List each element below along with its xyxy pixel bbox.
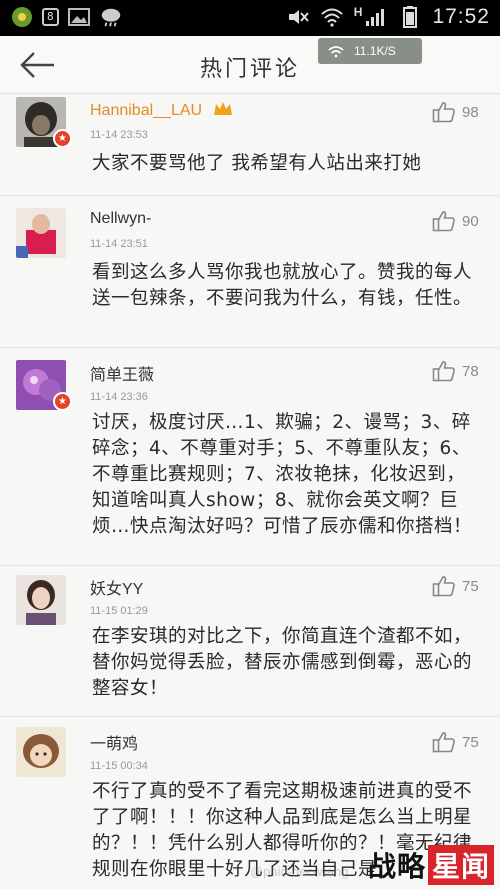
network-type-label: H	[353, 5, 363, 19]
thumbs-up-icon	[432, 102, 455, 123]
status-left: 8	[10, 6, 123, 28]
wifi-icon	[328, 45, 344, 57]
app-header: 热门评论 11.1K/S	[0, 36, 500, 94]
vip-crown-icon	[213, 101, 233, 122]
comment-text: 在李安琪的对比之下，你简直连个渣都不如，替你妈觉得丢脸，替辰亦儒感到倒霉，恶心的…	[92, 626, 473, 699]
avatar[interactable]	[16, 575, 66, 625]
comment-time: 11-14 23:53	[90, 129, 148, 141]
like-count: 78	[462, 362, 479, 380]
like-button[interactable]: 90	[432, 210, 479, 232]
comment-username-text: Hannibal__LAU	[90, 102, 203, 119]
comment-time: 11-14 23:36	[90, 391, 148, 403]
like-count: 90	[462, 212, 479, 230]
network-speed-toast: 11.1K/S	[318, 38, 422, 64]
avatar[interactable]	[16, 208, 66, 258]
comment-item: Nellwyn- 11-14 23:51 90 看到这么多人骂你我也就放心了。赞…	[0, 196, 500, 348]
signal-icon	[364, 6, 388, 28]
like-button[interactable]: 98	[432, 101, 479, 123]
app-icon	[10, 6, 34, 28]
like-button[interactable]: 78	[432, 360, 479, 382]
watermark-logo-right: 星闻	[427, 845, 494, 885]
comment-text: 看到这么多人骂你我也就放心了。赞我的每人送一包辣条，不要问我为什么，有钱，任性。	[92, 262, 473, 309]
comment-time: 11-15 00:34	[90, 760, 148, 772]
comment-time: 11-15 01:29	[90, 605, 148, 617]
comment-username[interactable]: 妖女YY	[90, 575, 143, 599]
status-bar: 8 H 17:52	[0, 0, 500, 36]
watermark-logo: 战略 星闻	[368, 845, 494, 885]
verified-badge-icon: ★	[53, 129, 72, 148]
watermark-text: @pain-dec-wang	[250, 864, 349, 879]
comment-time: 11-14 23:51	[90, 238, 148, 250]
comment-item: ★ Hannibal__LAU 11-14 23:53 98 大家不要骂他了 我…	[0, 95, 500, 196]
page-title: 热门评论	[199, 57, 300, 82]
comment-username[interactable]: 一萌鸡	[90, 730, 138, 754]
status-battery-label: 8	[42, 8, 59, 26]
battery-icon	[398, 6, 422, 28]
status-time: 17:52	[432, 5, 490, 28]
like-count: 75	[462, 577, 479, 595]
thumbs-up-icon	[432, 732, 455, 753]
comment-list[interactable]: ★ Hannibal__LAU 11-14 23:53 98 大家不要骂他了 我…	[0, 95, 500, 889]
comment-item: ★ 简单王薇 11-14 23:36 78 讨厌，极度讨厌…1、欺骗；2、谩骂；…	[0, 348, 500, 566]
like-count: 98	[462, 103, 479, 121]
image-icon	[67, 6, 91, 28]
thumbs-up-icon	[432, 211, 455, 232]
like-button[interactable]: 75	[432, 575, 479, 597]
thumbs-up-icon	[432, 576, 455, 597]
weather-icon	[99, 6, 123, 28]
verified-badge-icon: ★	[53, 392, 72, 411]
network-speed-text: 11.1K/S	[354, 44, 396, 58]
comment-item: 妖女YY 11-15 01:29 75 在李安琪的对比之下，你简直连个渣都不如，…	[0, 566, 500, 717]
mute-icon	[286, 6, 310, 28]
avatar[interactable]	[16, 727, 66, 777]
like-button[interactable]: 75	[432, 731, 479, 753]
watermark-logo-left: 战略	[367, 850, 426, 883]
wifi-icon	[320, 6, 344, 28]
comment-username[interactable]: 简单王薇	[90, 361, 154, 385]
comment-username[interactable]: Hannibal__LAU	[90, 101, 233, 122]
thumbs-up-icon	[432, 361, 455, 382]
like-count: 75	[462, 733, 479, 751]
comment-text: 讨厌，极度讨厌…1、欺骗；2、谩骂；3、碎碎念；4、不尊重对手；5、不尊重队友；…	[92, 412, 473, 537]
comment-text: 大家不要骂他了 我希望有人站出来打她	[92, 153, 422, 174]
status-right: H 17:52	[286, 5, 490, 29]
comment-username[interactable]: Nellwyn-	[90, 210, 151, 228]
